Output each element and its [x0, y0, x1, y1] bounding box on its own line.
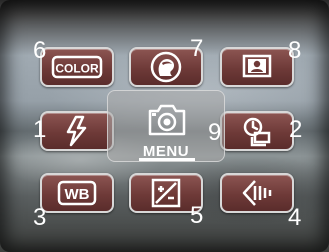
- flash-mode-button[interactable]: [40, 111, 114, 151]
- color-mode-icon: COLOR: [51, 55, 103, 79]
- callout-9: 9: [208, 119, 222, 146]
- callout-3: 3: [33, 204, 47, 231]
- exposure-compensation-icon: [151, 178, 181, 208]
- white-balance-icon: WB: [57, 180, 97, 206]
- color-mode-button[interactable]: COLOR: [40, 47, 114, 87]
- callout-4: 4: [288, 204, 302, 231]
- callout-8: 8: [288, 37, 302, 64]
- spot-ae-button[interactable]: [220, 47, 294, 87]
- callout-2: 2: [289, 116, 303, 143]
- spot-ae-icon: [242, 54, 272, 78]
- callout-5: 5: [190, 202, 204, 229]
- flash-icon: [66, 115, 87, 147]
- camera-icon: [148, 104, 186, 136]
- drive-mode-button[interactable]: [220, 111, 294, 151]
- sharpness-contrast-button[interactable]: [220, 173, 294, 213]
- portrait-scene-icon: [150, 51, 182, 83]
- white-balance-button[interactable]: WB: [40, 173, 114, 213]
- color-mode-label: COLOR: [55, 62, 99, 76]
- callout-7: 7: [190, 35, 204, 62]
- self-timer-drive-icon: [243, 117, 271, 147]
- callout-6: 6: [33, 37, 47, 64]
- menu-underline: [139, 158, 195, 161]
- sharpness-contrast-icon: [242, 180, 272, 206]
- white-balance-label: WB: [65, 186, 90, 203]
- camera-lcd-screen: COLOR WB MENU 6 7 8 1 9 2 3 5 4: [0, 0, 329, 252]
- callout-1: 1: [33, 116, 47, 143]
